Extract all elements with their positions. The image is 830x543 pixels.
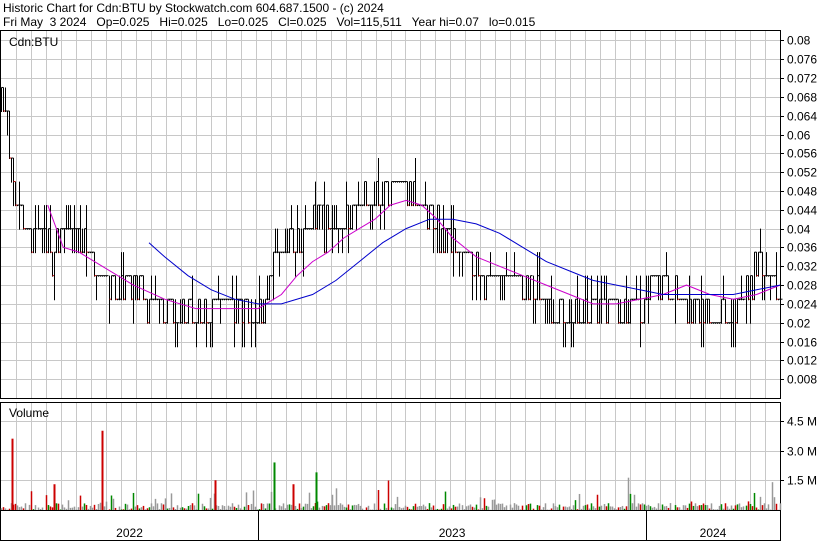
price-tick-label: 0.008 <box>787 373 817 387</box>
year-label: 2024 <box>700 526 727 540</box>
price-axis-ticks: 0.08 0.076 0.072 0.068 0.064 0.06 0.056 0.052 0.… <box>780 34 817 387</box>
price-tick-label: 0.048 <box>787 185 817 199</box>
price-tick-label: 0.056 <box>787 147 817 161</box>
price-tick-label: 0.068 <box>787 91 817 105</box>
volume-panel-label: Volume <box>9 406 49 420</box>
price-tick-label: 0.04 <box>787 223 811 237</box>
x-axis-year-labels: 2022 2023 2024 <box>116 511 727 541</box>
price-tick-label: 0.032 <box>787 260 817 274</box>
price-tick-label: 0.028 <box>787 279 817 293</box>
price-tick-label: 0.076 <box>787 53 817 67</box>
volume-panel-frame <box>0 402 781 511</box>
price-tick-label: 0.016 <box>787 336 817 350</box>
volume-axis-ticks: 4.5 M 3.0 M 1.5 M <box>780 415 817 488</box>
price-tick-label: 0.02 <box>787 317 811 331</box>
price-tick-label: 0.08 <box>787 34 811 48</box>
year-label: 2022 <box>116 526 143 540</box>
volume-tick-label: 1.5 M <box>787 474 817 488</box>
price-tick-label: 0.052 <box>787 166 817 180</box>
stock-chart: 0.08 0.076 0.072 0.068 0.064 0.06 0.056 0.052 0.… <box>0 30 817 541</box>
volume-tick-label: 3.0 M <box>787 445 817 459</box>
price-tick-label: 0.072 <box>787 72 817 86</box>
moving-average-short-line <box>47 199 781 310</box>
price-panel-label: Cdn:BTU <box>9 35 58 49</box>
moving-average-long-line <box>148 218 781 305</box>
price-panel-frame <box>0 30 781 399</box>
volume-tick-label: 4.5 M <box>787 415 817 429</box>
price-tick-label: 0.06 <box>787 129 811 143</box>
year-label: 2023 <box>439 526 466 540</box>
moving-average-lines <box>47 199 781 310</box>
price-grid <box>1 31 780 398</box>
volume-grid <box>1 403 780 510</box>
price-tick-label: 0.024 <box>787 298 817 312</box>
price-tick-label: 0.036 <box>787 241 817 255</box>
price-tick-label: 0.064 <box>787 110 817 124</box>
price-tick-label: 0.044 <box>787 204 817 218</box>
price-tick-label: 0.012 <box>787 354 817 368</box>
